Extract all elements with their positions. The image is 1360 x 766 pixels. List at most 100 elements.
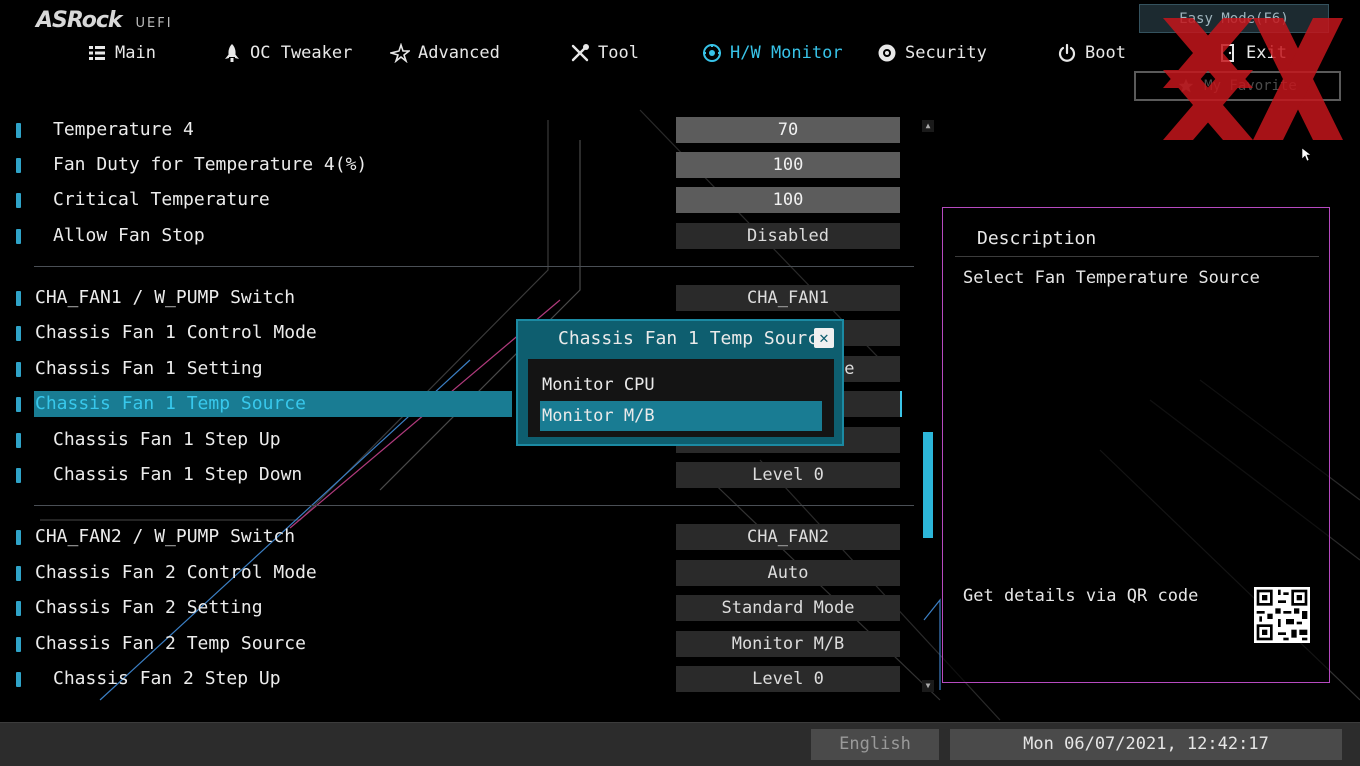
row-marker bbox=[16, 229, 21, 244]
watermark-logo bbox=[1163, 18, 1343, 140]
tab-advanced-label: Advanced bbox=[418, 43, 500, 63]
row-marker bbox=[16, 601, 21, 616]
setting-label: Temperature 4 bbox=[53, 119, 194, 140]
setting-chassis-fan1-step-down[interactable]: Chassis Fan 1 Step Down Level 0 bbox=[0, 459, 910, 491]
datetime-display: Mon 06/07/2021, 12:42:17 bbox=[950, 729, 1342, 760]
row-marker bbox=[16, 672, 21, 687]
row-marker bbox=[16, 362, 21, 377]
scroll-up-arrow-icon[interactable]: ▲ bbox=[922, 120, 934, 132]
popup-option-list: Monitor CPU Monitor M/B bbox=[528, 359, 834, 437]
setting-chassis-fan2-control-mode[interactable]: Chassis Fan 2 Control Mode Auto bbox=[0, 557, 910, 589]
brand-logo: ASRock bbox=[36, 8, 123, 33]
qr-hint-text: Get details via QR code bbox=[963, 586, 1199, 606]
close-icon[interactable]: ✕ bbox=[814, 328, 834, 348]
setting-label: CHA_FAN1 / W_PUMP Switch bbox=[35, 287, 296, 308]
setting-label: Fan Duty for Temperature 4(%) bbox=[53, 154, 368, 175]
list-icon bbox=[89, 46, 105, 60]
row-marker bbox=[16, 158, 21, 173]
row-marker bbox=[16, 468, 21, 483]
setting-chassis-fan2-temp-source[interactable]: Chassis Fan 2 Temp Source Monitor M/B bbox=[0, 628, 910, 660]
setting-label: Critical Temperature bbox=[53, 189, 270, 210]
row-marker bbox=[16, 637, 21, 652]
setting-fan-duty-temp-4[interactable]: Fan Duty for Temperature 4(%) 100 bbox=[0, 149, 910, 181]
setting-value-select[interactable]: CHA_FAN2 bbox=[676, 524, 900, 550]
qr-code-icon bbox=[1254, 587, 1310, 643]
tab-security-label: Security bbox=[905, 43, 987, 63]
setting-cha-fan2-switch[interactable]: CHA_FAN2 / W_PUMP Switch CHA_FAN2 bbox=[0, 521, 910, 553]
section-divider bbox=[34, 505, 914, 506]
setting-value-select[interactable]: Standard Mode bbox=[676, 595, 900, 621]
temp-source-popup: Chassis Fan 1 Temp Source ✕ Monitor CPU … bbox=[516, 319, 844, 446]
setting-value-select[interactable]: CHA_FAN1 bbox=[676, 285, 900, 311]
tab-boot-label: Boot bbox=[1085, 43, 1126, 63]
setting-temperature-4[interactable]: Temperature 4 70 bbox=[0, 114, 910, 146]
tab-hw-monitor[interactable]: H/W Monitor bbox=[702, 38, 843, 68]
setting-value-input[interactable]: 100 bbox=[676, 152, 900, 178]
setting-critical-temperature[interactable]: Critical Temperature 100 bbox=[0, 184, 910, 216]
tab-security[interactable]: Security bbox=[877, 38, 987, 68]
tab-boot[interactable]: Boot bbox=[1057, 38, 1126, 68]
mouse-cursor-icon bbox=[1302, 148, 1312, 162]
description-title: Description bbox=[977, 228, 1097, 249]
setting-cha-fan1-switch[interactable]: CHA_FAN1 / W_PUMP Switch CHA_FAN1 bbox=[0, 282, 910, 314]
setting-chassis-fan2-step-up[interactable]: Chassis Fan 2 Step Up Level 0 bbox=[0, 663, 910, 695]
setting-value-select[interactable]: Disabled bbox=[676, 223, 900, 249]
setting-label: Chassis Fan 1 Setting bbox=[35, 358, 263, 379]
tab-oc-tweaker-label: OC Tweaker bbox=[250, 43, 353, 63]
tab-tool-label: Tool bbox=[598, 43, 639, 63]
tools-icon bbox=[571, 44, 589, 62]
scrollbar-thumb[interactable] bbox=[923, 432, 933, 538]
top-nav: Main OC Tweaker Advanced Tool H/W Monito… bbox=[0, 38, 1360, 70]
star-icon bbox=[390, 43, 410, 63]
row-marker bbox=[16, 123, 21, 138]
row-marker bbox=[16, 326, 21, 341]
row-marker bbox=[16, 433, 21, 448]
shield-icon bbox=[878, 44, 896, 62]
rocket-icon bbox=[225, 44, 239, 62]
settings-scrollbar[interactable]: ▲ ▼ bbox=[922, 120, 934, 692]
setting-label: Chassis Fan 1 Control Mode bbox=[35, 322, 317, 343]
setting-value-select[interactable]: Level 0 bbox=[676, 666, 900, 692]
row-marker bbox=[16, 291, 21, 306]
row-marker bbox=[16, 566, 21, 581]
popup-option-monitor-cpu[interactable]: Monitor CPU bbox=[540, 370, 822, 400]
tab-oc-tweaker[interactable]: OC Tweaker bbox=[222, 38, 352, 68]
setting-label: CHA_FAN2 / W_PUMP Switch bbox=[35, 526, 296, 547]
language-button[interactable]: English bbox=[811, 729, 939, 760]
tab-hw-monitor-label: H/W Monitor bbox=[730, 43, 843, 63]
setting-label: Chassis Fan 1 Step Down bbox=[53, 464, 303, 485]
description-panel: Description Select Fan Temperature Sourc… bbox=[942, 207, 1330, 683]
setting-allow-fan-stop[interactable]: Allow Fan Stop Disabled bbox=[0, 220, 910, 252]
brand-subtitle: UEFI bbox=[135, 16, 173, 31]
description-text: Select Fan Temperature Source bbox=[963, 268, 1260, 288]
tab-advanced[interactable]: Advanced bbox=[390, 38, 500, 68]
setting-label: Chassis Fan 2 Step Up bbox=[53, 668, 281, 689]
setting-label: Allow Fan Stop bbox=[53, 225, 205, 246]
section-divider bbox=[34, 266, 914, 267]
setting-value-input[interactable]: 100 bbox=[676, 187, 900, 213]
popup-title: Chassis Fan 1 Temp Source bbox=[558, 328, 829, 349]
brand: ASRock UEFI bbox=[36, 8, 173, 33]
monitor-gauge-icon bbox=[703, 44, 721, 62]
tab-main-label: Main bbox=[115, 43, 156, 63]
setting-label: Chassis Fan 1 Temp Source bbox=[35, 393, 306, 414]
row-marker bbox=[16, 530, 21, 545]
row-marker bbox=[16, 397, 21, 412]
row-marker bbox=[16, 193, 21, 208]
tab-main[interactable]: Main bbox=[87, 38, 156, 68]
setting-value-select[interactable]: Monitor M/B bbox=[676, 631, 900, 657]
tab-tool[interactable]: Tool bbox=[570, 38, 639, 68]
popup-option-monitor-mb[interactable]: Monitor M/B bbox=[540, 401, 822, 431]
description-divider bbox=[955, 256, 1319, 257]
setting-label: Chassis Fan 1 Step Up bbox=[53, 429, 281, 450]
setting-label: Chassis Fan 2 Control Mode bbox=[35, 562, 317, 583]
power-icon bbox=[1058, 43, 1076, 62]
scroll-down-arrow-icon[interactable]: ▼ bbox=[922, 680, 934, 692]
setting-value-select[interactable]: Auto bbox=[676, 560, 900, 586]
setting-chassis-fan2-setting[interactable]: Chassis Fan 2 Setting Standard Mode bbox=[0, 592, 910, 624]
setting-value-select[interactable]: Level 0 bbox=[676, 462, 900, 488]
setting-label: Chassis Fan 2 Setting bbox=[35, 597, 263, 618]
setting-value-input[interactable]: 70 bbox=[676, 117, 900, 143]
setting-label: Chassis Fan 2 Temp Source bbox=[35, 633, 306, 654]
footer-bar: English Mon 06/07/2021, 12:42:17 bbox=[0, 722, 1360, 766]
